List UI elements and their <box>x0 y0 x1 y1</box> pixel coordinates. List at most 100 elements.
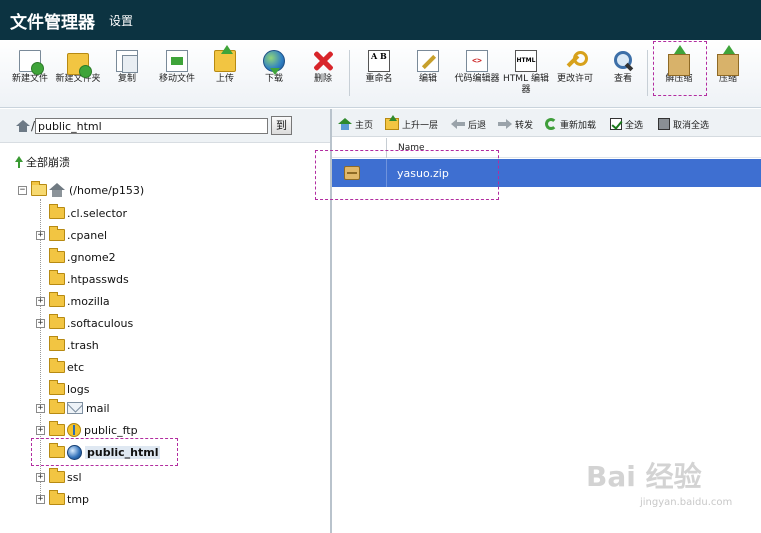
tree-item-label: tmp <box>67 492 90 506</box>
tree-item[interactable]: .trash <box>36 336 99 354</box>
extract-highlight-box <box>653 41 707 96</box>
folder-icon <box>49 292 65 307</box>
folder-icon <box>49 204 65 219</box>
home-directory-icon <box>49 183 65 197</box>
deselect-all-button[interactable]: 取消全选 <box>658 117 709 131</box>
folder-up-icon <box>385 115 399 130</box>
forward-arrow-icon <box>498 118 512 130</box>
back-button[interactable]: 后退 <box>451 117 486 131</box>
back-label: 后退 <box>468 120 487 131</box>
expand-toggle[interactable]: + <box>36 425 45 435</box>
back-arrow-icon <box>451 118 465 130</box>
download-button[interactable]: 下载 <box>250 50 298 85</box>
expand-toggle[interactable]: + <box>36 318 45 328</box>
key-icon <box>564 50 588 72</box>
collapse-toggle[interactable]: − <box>18 185 27 195</box>
edit-label: 编辑 <box>418 74 437 84</box>
tree-item[interactable]: etc <box>36 358 84 376</box>
tree-item[interactable]: + ssl <box>36 468 82 486</box>
download-icon <box>263 50 285 75</box>
tree-item-label: public_ftp <box>84 423 138 437</box>
html-editor-label: HTML 编辑器 <box>503 74 549 95</box>
new-folder-label: 新建文件夹 <box>55 74 101 84</box>
download-label: 下载 <box>264 74 283 84</box>
edit-icon <box>417 50 439 72</box>
code-editor-button[interactable]: <> 代码编辑器 <box>453 50 501 85</box>
tree-item[interactable]: .htpasswds <box>36 270 129 288</box>
expand-toggle[interactable]: + <box>36 494 45 504</box>
home-icon[interactable] <box>16 120 30 132</box>
expand-toggle[interactable]: + <box>36 403 45 413</box>
copy-button[interactable]: 复制 <box>103 50 151 85</box>
reload-label: 重新加载 <box>560 120 597 131</box>
change-permissions-button[interactable]: 更改许可 <box>551 50 599 85</box>
expand-toggle[interactable]: + <box>36 230 45 240</box>
tree-item-label: etc <box>67 360 85 374</box>
deselect-all-label: 取消全选 <box>673 120 710 131</box>
tree-root[interactable]: − (/home/p153) <box>18 181 144 199</box>
rename-label: 重命名 <box>365 74 393 84</box>
tree-item[interactable]: .gnome2 <box>36 248 116 266</box>
folder-tree-pane: / 到 全部崩溃 − (/home/p153) .cl.selector + .… <box>0 109 330 533</box>
collapse-arrow-icon <box>15 156 23 168</box>
tree-item[interactable]: logs <box>36 380 90 398</box>
tree-item-label: .cpanel <box>67 228 108 242</box>
html-editor-button[interactable]: HTML HTML 编辑器 <box>502 50 550 96</box>
new-folder-button[interactable]: 新建文件夹 <box>54 50 102 85</box>
copy-label: 复制 <box>117 74 136 84</box>
folder-icon <box>49 421 65 436</box>
app-title: 文件管理器 <box>10 12 95 33</box>
folder-icon <box>49 399 65 414</box>
path-input[interactable] <box>35 118 268 134</box>
go-button[interactable]: 到 <box>271 116 292 135</box>
folder-icon <box>49 270 65 285</box>
tree-item[interactable]: .cl.selector <box>36 204 127 222</box>
app-header: 文件管理器 设置 <box>0 0 761 40</box>
select-all-label: 全选 <box>625 120 644 131</box>
collapse-all-link[interactable]: 全部崩溃 <box>15 154 70 170</box>
new-file-button[interactable]: 新建文件 <box>6 50 54 85</box>
tree-item[interactable]: + .cpanel <box>36 226 107 244</box>
tree-item-label: ssl <box>67 470 82 484</box>
tree-item[interactable]: + public_ftp <box>36 421 138 439</box>
toolbar: 新建文件 新建文件夹 复制 移动文件 上传 下载 删除 A B 重命名 编辑 <… <box>0 40 761 108</box>
rename-button[interactable]: A B 重命名 <box>355 50 403 85</box>
expand-toggle[interactable]: + <box>36 472 45 482</box>
delete-icon <box>312 50 334 72</box>
delete-button[interactable]: 删除 <box>299 50 347 85</box>
open-folder-icon <box>31 181 47 196</box>
up-one-level-button[interactable]: 上升一层 <box>385 115 439 131</box>
tree-item-label: .softaculous <box>67 316 134 330</box>
checkbox-checked-icon <box>610 118 622 130</box>
ftp-icon <box>67 423 81 437</box>
compress-button[interactable]: 压缩 <box>704 45 752 85</box>
view-button[interactable]: 查看 <box>599 50 647 85</box>
rename-icon: A B <box>368 50 390 72</box>
file-highlight-box <box>315 150 499 200</box>
forward-button[interactable]: 转发 <box>498 117 533 131</box>
select-all-button[interactable]: 全选 <box>610 117 643 131</box>
tree-item[interactable]: + .softaculous <box>36 314 133 332</box>
edit-button[interactable]: 编辑 <box>404 50 452 85</box>
tree-item[interactable]: + tmp <box>36 490 89 508</box>
folder-icon <box>49 490 65 505</box>
tree-item[interactable]: + .mozilla <box>36 292 110 310</box>
reload-button[interactable]: 重新加载 <box>545 117 596 131</box>
upload-icon <box>214 45 236 72</box>
expand-toggle[interactable]: + <box>36 296 45 306</box>
toolbar-divider <box>349 50 350 96</box>
upload-button[interactable]: 上传 <box>201 45 249 85</box>
tree-item-label: .cl.selector <box>67 206 128 220</box>
folder-icon <box>49 248 65 263</box>
home-button[interactable]: 主页 <box>338 117 373 131</box>
magnifier-icon <box>612 50 634 72</box>
toolbar-divider <box>647 50 648 96</box>
settings-link[interactable]: 设置 <box>109 12 133 29</box>
up-one-level-label: 上升一层 <box>402 120 439 131</box>
move-file-button[interactable]: 移动文件 <box>153 50 201 85</box>
public-html-highlight-box <box>31 438 178 466</box>
tree-item-label: logs <box>67 382 90 396</box>
tree-item[interactable]: + mail <box>36 399 110 417</box>
folder-icon <box>49 314 65 329</box>
watermark-logo: Bai 经验 <box>586 460 702 493</box>
